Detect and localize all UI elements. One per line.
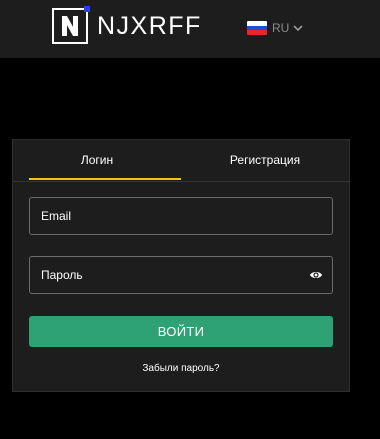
logo-accent-dot bbox=[84, 6, 90, 12]
email-input[interactable] bbox=[30, 198, 301, 234]
password-field[interactable] bbox=[29, 256, 333, 294]
logo-letter-n bbox=[62, 16, 78, 36]
password-input[interactable] bbox=[30, 257, 301, 293]
logo-mark-icon bbox=[52, 6, 90, 44]
login-card: Логин Регистрация ВОЙТИ Забыли пароль? bbox=[12, 139, 350, 392]
tab-login[interactable]: Логин bbox=[13, 140, 181, 180]
language-selector[interactable]: RU bbox=[247, 21, 303, 35]
login-button[interactable]: ВОЙТИ bbox=[29, 316, 333, 347]
brand-name: NJXRFF bbox=[97, 11, 202, 40]
chevron-down-icon bbox=[293, 24, 303, 31]
russia-flag-icon bbox=[247, 21, 267, 35]
forgot-password-link[interactable]: Забыли пароль? bbox=[13, 363, 349, 374]
eye-icon[interactable] bbox=[309, 269, 323, 281]
auth-tabs: Логин Регистрация bbox=[13, 140, 349, 182]
top-bar: NJXRFF RU bbox=[0, 0, 380, 58]
email-field[interactable] bbox=[29, 197, 333, 235]
tab-register[interactable]: Регистрация bbox=[181, 140, 349, 180]
active-tab-indicator bbox=[29, 178, 181, 180]
brand-logo[interactable]: NJXRFF bbox=[52, 6, 202, 44]
language-code: RU bbox=[272, 21, 290, 35]
